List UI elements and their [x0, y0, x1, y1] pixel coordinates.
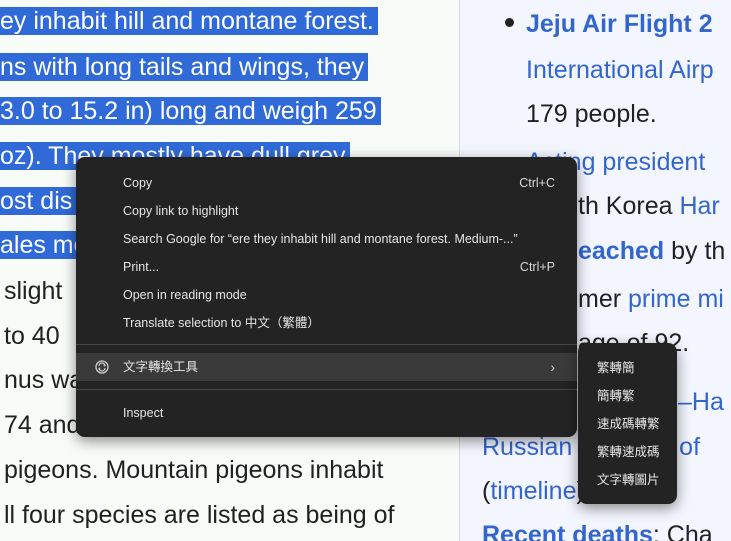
news-line: th Korea Har: [578, 192, 720, 220]
news-line[interactable]: –Ha: [678, 382, 724, 422]
article-line: 74 and: [4, 411, 81, 439]
simplified-to-traditional-item[interactable]: 簡轉繁: [578, 382, 677, 410]
article-line: nus wa: [4, 366, 84, 394]
menu-separator: [76, 389, 577, 390]
article-line: pigeons. Mountain pigeons inhabit: [4, 456, 384, 484]
traditional-to-quick-code-item[interactable]: 繁轉速成碼: [578, 438, 677, 466]
translate-selection-menu-item[interactable]: Translate selection to 中文（繁體）: [76, 309, 577, 337]
news-line: mer prime mi: [578, 285, 724, 313]
text-converter-icon: [95, 360, 109, 374]
reading-mode-menu-item[interactable]: Open in reading mode: [76, 281, 577, 309]
news-line: Recent deaths: Cha: [482, 521, 713, 541]
news-line: eached by th: [578, 237, 726, 265]
news-headline[interactable]: Jeju Air Flight 2: [526, 4, 713, 44]
chevron-right-icon: ›: [550, 359, 555, 375]
text-to-image-item[interactable]: 文字轉圖片: [578, 466, 677, 494]
article-line: ns with long tails and wings, they: [0, 46, 369, 88]
traditional-to-simplified-item[interactable]: 繁轉簡: [578, 354, 677, 382]
news-line[interactable]: International Airp: [526, 50, 714, 90]
menu-separator: [76, 344, 577, 345]
search-google-menu-item[interactable]: Search Google for “ere they inhabit hill…: [76, 225, 577, 253]
quick-code-to-traditional-item[interactable]: 速成碼轉繁: [578, 410, 677, 438]
article-line: ost dis: [0, 180, 77, 222]
bullet-icon: [505, 18, 514, 27]
text-converter-submenu: 繁轉簡 簡轉繁 速成碼轉繁 繁轉速成碼 文字轉圖片: [578, 343, 677, 504]
copy-menu-item[interactable]: Copy Ctrl+C: [76, 169, 577, 197]
article-line: 3.0 to 15.2 in) long and weigh 259: [0, 90, 381, 132]
copy-link-to-highlight-menu-item[interactable]: Copy link to highlight: [76, 197, 577, 225]
news-line: 179 people.: [526, 100, 657, 128]
article-line: ll four species are listed as being of: [4, 501, 395, 529]
inspect-menu-item[interactable]: Inspect: [76, 399, 577, 427]
news-line: (timeline): [482, 477, 585, 505]
text-converter-menu-item[interactable]: 文字轉換工具 ›: [76, 353, 577, 381]
context-menu: Copy Ctrl+C Copy link to highlight Searc…: [76, 157, 577, 437]
article-line: ey inhabit hill and montane forest.: [0, 0, 378, 42]
print-menu-item[interactable]: Print... Ctrl+P: [76, 253, 577, 281]
article-line: to 40: [4, 322, 60, 350]
article-line: slight: [4, 277, 63, 305]
